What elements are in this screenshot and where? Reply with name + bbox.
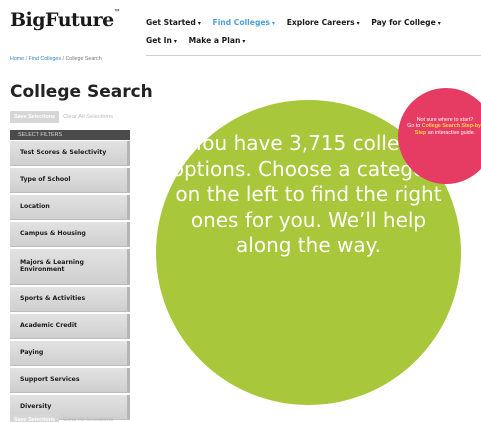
nav-get-started[interactable]: Get Started ▾	[146, 14, 201, 32]
filter-academic-credit[interactable]: Academic Credit	[10, 314, 130, 339]
selection-actions-bottom: Save Selections Clear All Selections	[10, 414, 131, 422]
nav-explore-careers[interactable]: Explore Careers ▾	[287, 14, 360, 32]
promo-text: Not sure where to start? Go to College S…	[402, 117, 481, 136]
bigfuture-logo[interactable]: BigFuture™	[10, 9, 120, 31]
chevron-down-icon: ▾	[356, 20, 360, 27]
breadcrumb-current: College Search	[65, 56, 102, 62]
breadcrumb-home[interactable]: Home	[10, 56, 24, 62]
filter-test-scores[interactable]: Test Scores & Selectivity	[10, 141, 130, 166]
promo-go-to: Go to	[407, 123, 421, 130]
nav-label: Get In	[146, 36, 172, 45]
nav-label: Make a Plan	[188, 36, 241, 45]
filter-support-services[interactable]: Support Services	[10, 368, 130, 393]
breadcrumb: Home / Find Colleges / College Search	[10, 56, 102, 62]
breadcrumb-separator: /	[25, 56, 28, 62]
breadcrumb-separator: /	[62, 56, 64, 62]
save-selections-button[interactable]: Save Selections	[10, 414, 60, 422]
filter-majors-learning[interactable]: Majors & Learning Environment	[10, 249, 130, 285]
save-selections-button[interactable]: Save Selections	[10, 111, 60, 123]
chevron-down-icon: ▾	[242, 38, 246, 45]
nav-label: Explore Careers	[286, 18, 355, 27]
filter-paying[interactable]: Paying	[10, 341, 130, 366]
clear-all-selections-link[interactable]: Clear All Selections	[63, 417, 113, 422]
chevron-down-icon: ▾	[197, 20, 201, 27]
nav-label: Get Started	[146, 18, 196, 27]
logo-text: BigFuture	[10, 9, 114, 31]
main-nav: Get Started ▾ Find Colleges ▾ Explore Care…	[146, 14, 476, 50]
breadcrumb-find-colleges[interactable]: Find Colleges	[29, 56, 61, 62]
nav-divider	[146, 55, 481, 56]
chevron-down-icon: ▾	[173, 38, 177, 45]
page-title: College Search	[10, 82, 153, 102]
clear-all-selections-link[interactable]: Clear All Selections	[63, 114, 113, 120]
select-filters-header: SELECT FILTERS	[10, 130, 130, 140]
nav-get-in[interactable]: Get In ▾	[146, 32, 177, 50]
filter-list: Test Scores & Selectivity Type of School…	[10, 141, 130, 422]
selection-actions-top: Save Selections Clear All Selections	[10, 111, 131, 123]
nav-make-a-plan[interactable]: Make a Plan ▾	[189, 32, 246, 50]
nav-pay-for-college[interactable]: Pay for College ▾	[371, 14, 441, 32]
nav-find-colleges[interactable]: Find Colleges ▾	[213, 14, 276, 32]
trademark-mark: ™	[113, 9, 120, 15]
chevron-down-icon: ▾	[272, 20, 276, 27]
filter-sports-activities[interactable]: Sports & Activities	[10, 287, 130, 312]
filter-type-of-school[interactable]: Type of School	[10, 168, 130, 193]
promo-lead: Not sure where to start?	[416, 117, 474, 123]
chevron-down-icon: ▾	[437, 20, 441, 27]
nav-label: Find Colleges	[212, 18, 271, 27]
filter-campus-housing[interactable]: Campus & Housing	[10, 222, 130, 247]
filter-location[interactable]: Location	[10, 195, 130, 220]
promo-tail: an interactive guide.	[427, 129, 476, 136]
nav-label: Pay for College	[371, 18, 436, 27]
